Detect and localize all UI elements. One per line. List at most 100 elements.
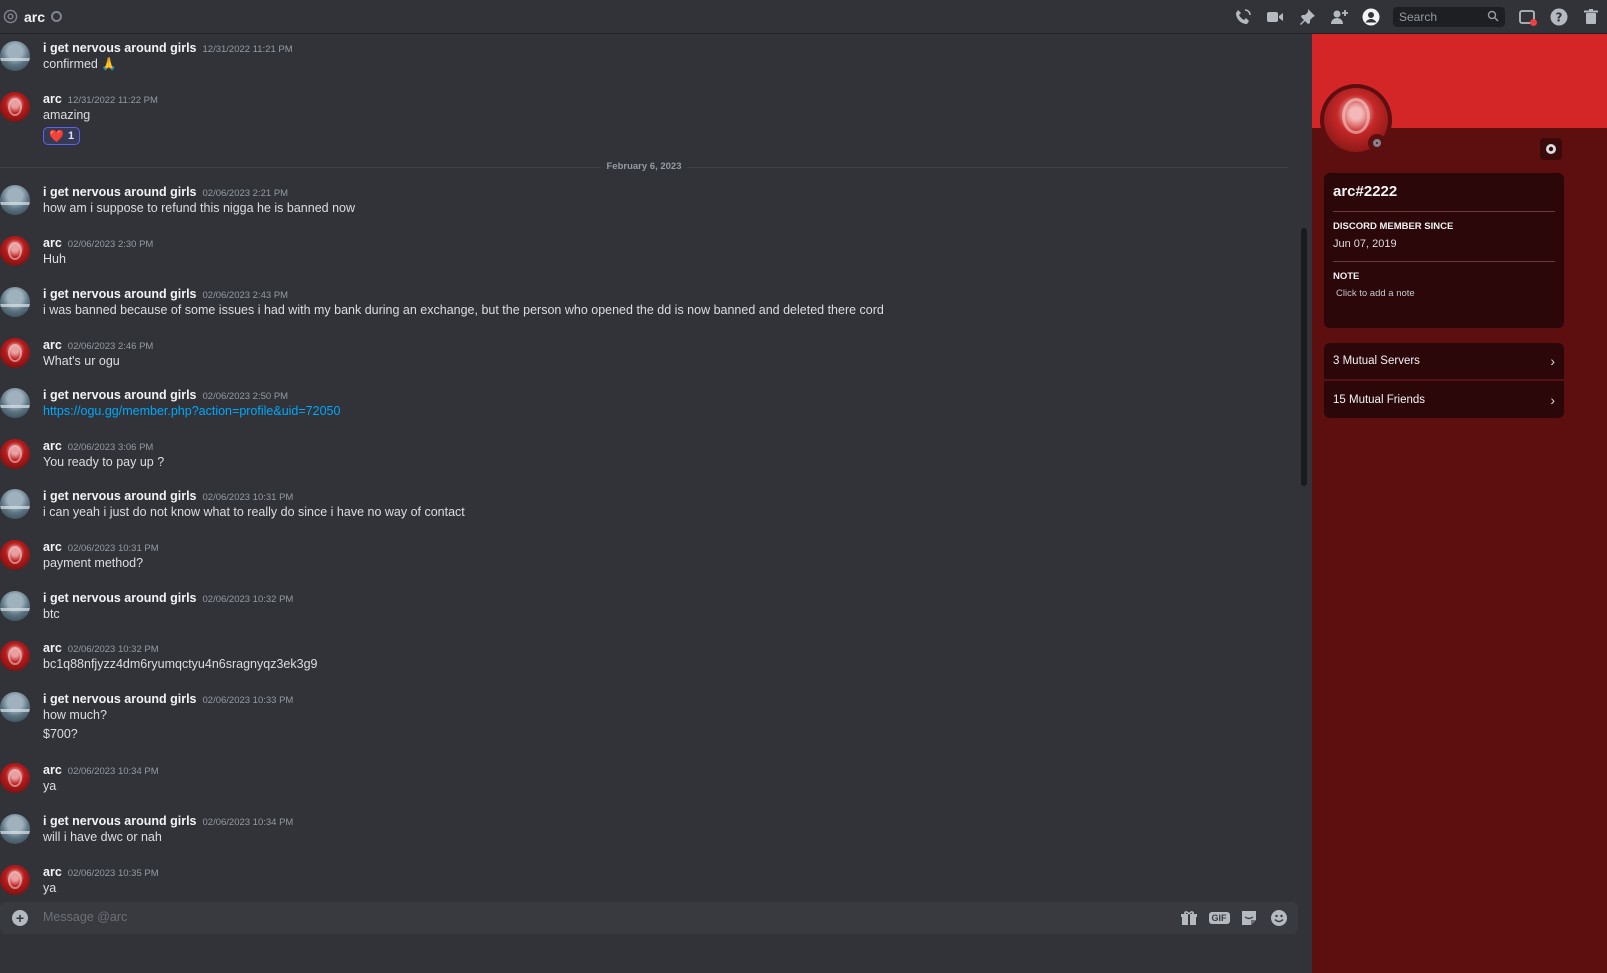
- video-call-icon[interactable]: [1264, 6, 1286, 28]
- chevron-right-icon: ›: [1550, 391, 1555, 408]
- message-author[interactable]: i get nervous around girls 12/31/2022 11:…: [43, 41, 293, 55]
- note-label: NOTE: [1333, 271, 1360, 282]
- member-since-label: DISCORD MEMBER SINCE: [1333, 221, 1454, 232]
- message-author[interactable]: arc 02/06/2023 10:31 PM: [43, 540, 159, 554]
- message-content: btc: [43, 607, 60, 621]
- message-content: how am i suppose to refund this nigga he…: [43, 201, 356, 215]
- message-content: ya: [43, 779, 57, 793]
- message-timestamp: 02/06/2023 10:32 PM: [67, 644, 159, 655]
- user-avatar[interactable]: [0, 641, 30, 671]
- profile-username: arc#2222: [1333, 183, 1398, 200]
- message-content: $700?: [43, 727, 78, 741]
- message-content: Huh: [43, 252, 66, 266]
- user-avatar[interactable]: [0, 865, 30, 895]
- inbox-icon[interactable]: [1516, 6, 1538, 28]
- message-author[interactable]: i get nervous around girls 02/06/2023 10:…: [43, 591, 293, 605]
- message-timestamp: 02/06/2023 3:06 PM: [67, 442, 154, 453]
- user-avatar[interactable]: [0, 41, 30, 71]
- user-profile-icon[interactable]: [1360, 6, 1382, 28]
- message-content: bc1q88nfjyzz4dm6ryumqctyu4n6sragnyqz3ek3…: [43, 657, 318, 671]
- svg-text:?: ?: [1556, 11, 1563, 25]
- user-avatar[interactable]: [0, 489, 30, 519]
- message-author[interactable]: i get nervous around girls 02/06/2023 2:2…: [43, 185, 288, 199]
- search-input[interactable]: Search: [1393, 7, 1505, 27]
- message-timestamp: 02/06/2023 2:30 PM: [67, 239, 154, 250]
- ogu-profile-link[interactable]: https://ogu.gg/member.php?action=profile…: [43, 404, 340, 418]
- search-placeholder: Search: [1399, 10, 1438, 24]
- message-author[interactable]: arc 02/06/2023 2:46 PM: [43, 338, 153, 352]
- message-content: will i have dwc or nah: [43, 830, 162, 844]
- unread-badge: [1530, 19, 1537, 26]
- mutual-friends-button[interactable]: 15 Mutual Friends ›: [1324, 381, 1564, 418]
- gift-icon[interactable]: [1178, 907, 1200, 929]
- message-author[interactable]: i get nervous around girls 02/06/2023 10:…: [43, 489, 293, 503]
- user-avatar[interactable]: [0, 388, 30, 418]
- user-avatar[interactable]: [0, 814, 30, 844]
- user-avatar[interactable]: [0, 439, 30, 469]
- emoji-icon[interactable]: [1268, 907, 1290, 929]
- sticker-icon[interactable]: [1238, 907, 1260, 929]
- user-avatar[interactable]: [0, 540, 30, 570]
- message-author[interactable]: arc 02/06/2023 2:30 PM: [43, 236, 153, 250]
- message-content: payment method?: [43, 556, 144, 570]
- user-avatar[interactable]: [0, 287, 30, 317]
- user-avatar[interactable]: [0, 185, 30, 215]
- message-author[interactable]: arc 02/06/2023 10:34 PM: [43, 763, 159, 777]
- profile-info-card: arc#2222 DISCORD MEMBER SINCE Jun 07, 20…: [1324, 173, 1564, 328]
- gif-icon[interactable]: GIF: [1208, 907, 1230, 929]
- message-author[interactable]: arc 12/31/2022 11:22 PM: [43, 92, 158, 106]
- user-avatar[interactable]: [0, 692, 30, 722]
- heart-reaction[interactable]: ❤️ 1: [43, 127, 81, 145]
- message-author[interactable]: arc 02/06/2023 10:35 PM: [43, 865, 159, 879]
- message-content: i was banned because of some issues i ha…: [43, 303, 884, 317]
- member-since-value: Jun 07, 2019: [1333, 238, 1397, 250]
- message-timestamp: 02/06/2023 2:46 PM: [67, 341, 154, 352]
- message-author[interactable]: arc 02/06/2023 10:32 PM: [43, 641, 159, 655]
- scrollbar-thumb[interactable]: [1301, 228, 1307, 486]
- user-avatar[interactable]: [0, 236, 30, 266]
- divider: [1333, 261, 1555, 262]
- mutual-servers-button[interactable]: 3 Mutual Servers ›: [1324, 343, 1564, 380]
- pinned-messages-icon[interactable]: [1296, 6, 1318, 28]
- at-sign-icon: [2, 9, 18, 25]
- user-avatar[interactable]: [0, 92, 30, 122]
- divider: [1333, 211, 1555, 212]
- trash-icon[interactable]: [1580, 6, 1602, 28]
- date-divider-label: February 6, 2023: [600, 161, 688, 172]
- message-author[interactable]: i get nervous around girls 02/06/2023 10:…: [43, 692, 293, 706]
- mutual-servers-label: 3 Mutual Servers: [1333, 355, 1420, 367]
- message-content: how much?: [43, 708, 107, 722]
- message-timestamp: 02/06/2023 10:34 PM: [67, 766, 159, 777]
- message-input[interactable]: Message @arc: [43, 910, 127, 924]
- help-icon[interactable]: ?: [1548, 6, 1570, 28]
- note-input[interactable]: Click to add a note: [1336, 288, 1555, 299]
- message-timestamp: 02/06/2023 10:33 PM: [202, 695, 294, 706]
- gif-label: GIF: [1208, 912, 1230, 924]
- search-icon: [1487, 10, 1499, 25]
- message-content: ya: [43, 881, 57, 895]
- user-profile-panel: arc#2222 DISCORD MEMBER SINCE Jun 07, 20…: [1312, 34, 1607, 973]
- message-author[interactable]: i get nervous around girls 02/06/2023 2:5…: [43, 388, 288, 402]
- message-author[interactable]: i get nervous around girls 02/06/2023 2:4…: [43, 287, 288, 301]
- user-avatar[interactable]: [0, 591, 30, 621]
- user-avatar[interactable]: [0, 338, 30, 368]
- heart-icon: ❤️: [49, 129, 64, 143]
- message-timestamp: 12/31/2022 11:21 PM: [202, 44, 293, 55]
- message-timestamp: 02/06/2023 10:31 PM: [67, 543, 159, 554]
- message-timestamp: 02/06/2023 2:21 PM: [202, 188, 289, 199]
- message-timestamp: 02/06/2023 10:31 PM: [202, 492, 294, 503]
- message-timestamp: 02/06/2023 10:32 PM: [202, 594, 294, 605]
- message-timestamp: 02/06/2023 2:50 PM: [202, 391, 289, 402]
- message-content: confirmed 🙏: [43, 57, 117, 71]
- message-author[interactable]: arc 02/06/2023 3:06 PM: [43, 439, 153, 453]
- message-list[interactable]: i get nervous around girls 12/31/2022 11:…: [0, 34, 1312, 902]
- message-scrollbar[interactable]: [1300, 36, 1308, 900]
- profile-badge-icon[interactable]: [1540, 138, 1562, 160]
- user-avatar[interactable]: [0, 763, 30, 793]
- message-composer[interactable]: + Message @arc GIF: [0, 902, 1298, 934]
- voice-call-icon[interactable]: [1232, 6, 1254, 28]
- message-author[interactable]: i get nervous around girls 02/06/2023 10:…: [43, 814, 293, 828]
- offline-status-icon: [1368, 134, 1386, 152]
- upload-plus-icon[interactable]: +: [12, 910, 28, 926]
- add-friends-icon[interactable]: [1328, 6, 1350, 28]
